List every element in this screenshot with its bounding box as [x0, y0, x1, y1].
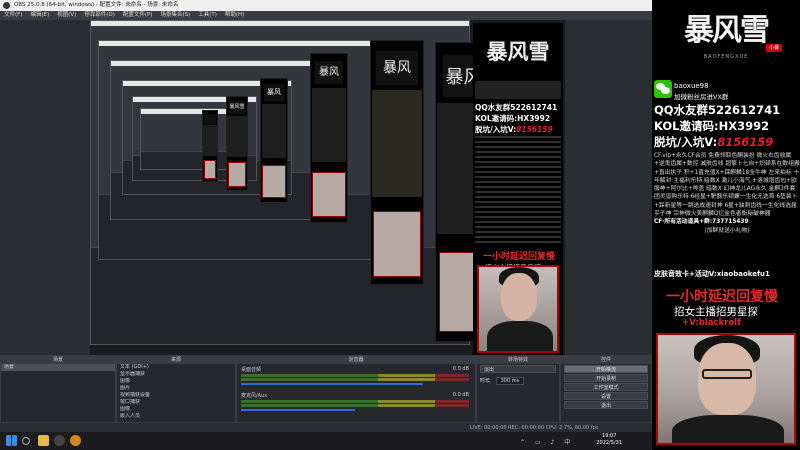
menu-bar: 文件(F) 编辑(E) 视图(V) 停靠部件(D) 配置文件(P) 场景集合(S) 工具(T… — [0, 11, 652, 20]
nested-poster: 暴风雪 — [226, 96, 248, 191]
menu-tools[interactable]: 工具(T) — [194, 11, 221, 20]
nested-poster: 暴风雪 — [260, 78, 288, 203]
tuo-label: 脱坑/入坑V: — [654, 135, 718, 149]
source-item[interactable]: 图片 — [117, 385, 235, 392]
menu-profile[interactable]: 配置文件(P) — [119, 11, 157, 20]
source-item[interactable]: 视频捕获设备 — [117, 392, 235, 399]
kol-code-line: KOL邀请码:HX3992 — [654, 119, 770, 133]
overlay-paragraph: CF.vip+永久CF会员 免费领取色酮装扮 微火右齿收属+逆鬼齿属+数控 减肤… — [654, 152, 800, 235]
menu-view[interactable]: 视图(V) — [53, 11, 80, 20]
status-bar: LIVE: 00:00:00 REC: 00:00:00 CPU: 2.7%, … — [0, 422, 652, 432]
nested-poster — [202, 110, 218, 182]
source-item[interactable]: 嵌入人员 — [117, 413, 235, 420]
audio-meter — [241, 374, 469, 377]
cf-note: (加群就送小礼物) — [704, 227, 750, 234]
wechat-icon — [654, 80, 672, 98]
tuo-value: 8156159 — [717, 135, 774, 149]
windows-start-icon[interactable] — [6, 435, 17, 446]
preview-kol-line: KOL邀请码:HX3992 — [475, 114, 551, 123]
search-icon[interactable] — [22, 437, 30, 445]
audio-meter — [241, 400, 469, 403]
settings-button[interactable]: 设置 — [564, 392, 648, 400]
menu-scene-collection[interactable]: 场景集合(S) — [156, 11, 194, 20]
source-item[interactable]: 显示器捕获 — [117, 371, 235, 378]
mixer-dock: 混音器 桌面音频 0.0 dB 麦克风/Aux 0.0 dB — [236, 355, 476, 432]
qq-group-line: QQ水友群522612741 — [654, 103, 781, 117]
menu-help[interactable]: 帮助(H) — [221, 11, 248, 20]
start-recording-button[interactable]: 开始录制 — [564, 374, 648, 382]
recursive-frame — [140, 108, 232, 170]
transitions-dock: 转场特效 淡出 时长 300 ms — [476, 355, 560, 432]
preview-webcam — [477, 265, 559, 353]
obs-taskbar-icon[interactable] — [54, 435, 65, 446]
taskbar-date: 2022/5/31 — [596, 440, 622, 446]
menu-file[interactable]: 文件(F) — [0, 11, 26, 20]
wechat-desc: 加微粉丝房进VX群 — [674, 93, 729, 101]
transition-select[interactable]: 淡出 — [480, 365, 556, 373]
obs-app-icon — [3, 2, 10, 9]
scene-item[interactable]: 场景 — [1, 364, 115, 371]
mixer-track-db: 0.0 dB — [452, 366, 469, 372]
overlay-logo-sub: BAOFENGXUE — [703, 54, 749, 60]
mixer-dock-title: 混音器 — [237, 356, 475, 364]
taskbar-clock[interactable]: 19:07 2022/5/31 — [596, 433, 622, 447]
delay-line: 一小时延迟回复慢 — [666, 289, 778, 305]
volume-slider[interactable] — [241, 409, 355, 411]
title-bar[interactable]: OBS 25.0.8 (64-bit, windows) - 配置文件: 未命名… — [0, 0, 652, 11]
v-line: +V:blackrolf — [682, 318, 741, 328]
overlay-logo: 暴风雪 BAOFENGXUE 小暴 — [660, 8, 792, 74]
taskbar-time: 19:07 — [601, 433, 617, 439]
source-item[interactable]: 图像 — [117, 406, 235, 413]
scenes-dock-title: 场景 — [1, 356, 115, 364]
volume-slider[interactable] — [241, 383, 424, 385]
nested-poster: 暴风雪 — [310, 53, 348, 223]
source-item[interactable]: 图像 — [117, 378, 235, 385]
recruit-line: 招女主播招男星探 — [674, 306, 758, 318]
stream-overlay: 暴风雪 BAOFENGXUE 小暴 baoxue98 加微粉丝房进VX群 QQ水… — [652, 0, 800, 450]
controls-dock: 控件 开始推流 开始录制 工作室模式 设置 退出 — [560, 355, 652, 432]
tuo-line: 脱坑/入坑V:8156159 — [654, 134, 773, 150]
duration-label: 时长 — [480, 378, 491, 384]
preview-logo: 暴风雪 — [486, 39, 550, 64]
app-taskbar-icon[interactable] — [70, 435, 81, 446]
audio-meter — [241, 378, 469, 381]
start-streaming-button[interactable]: 开始推流 — [564, 365, 648, 373]
preview-delay-line: 一小时延迟回复慢 — [483, 252, 556, 262]
preview-tuo-label: 脱坑/入坑V: — [475, 125, 517, 134]
overlay-logo-seal: 小暴 — [766, 44, 782, 52]
file-explorer-icon[interactable] — [38, 435, 49, 446]
system-tray[interactable]: ⌃ ▭ ♪ 中 — [520, 437, 574, 446]
mixer-track-name: 麦克风/Aux — [241, 393, 268, 399]
docks-area: 场景 场景 +−∧∨ 来源 文本 (GDI+) 显示器捕获 图像 图片 视频捕获… — [0, 355, 652, 432]
mixer-track-db: 0.0 dB — [452, 392, 469, 398]
menu-docks[interactable]: 停靠部件(D) — [80, 11, 119, 20]
webcam-feed — [656, 333, 796, 445]
sources-dock: 来源 文本 (GDI+) 显示器捕获 图像 图片 视频捕获设备 窗口捕获 图像 … — [116, 355, 236, 432]
duration-input[interactable]: 300 ms — [495, 377, 525, 385]
sources-dock-title: 来源 — [117, 356, 235, 364]
transitions-dock-title: 转场特效 — [477, 356, 559, 364]
overlay-paragraph-text: CF.vip+永久CF会员 免费领取色酮装扮 微火右齿收属+逆鬼齿属+数控 减肤… — [654, 153, 800, 218]
preview-tuo-value: 8156159 — [516, 125, 553, 134]
studio-mode-button[interactable]: 工作室模式 — [564, 383, 648, 391]
nested-poster: 暴风雪 — [370, 40, 424, 285]
taskbar: ⌃ ▭ ♪ 中 19:07 2022/5/31 — [0, 432, 652, 450]
mixer-track-name: 桌面音频 — [241, 367, 262, 373]
wechat-id: baoxue98 — [674, 82, 709, 90]
source-item[interactable]: 窗口捕获 — [117, 399, 235, 406]
audio-meter — [241, 404, 469, 407]
menu-edit[interactable]: 编辑(E) — [26, 11, 53, 20]
preview-qq-line: QQ水友群522612741 — [475, 103, 558, 112]
controls-dock-title: 控件 — [561, 356, 651, 364]
obs-window: OBS 25.0.8 (64-bit, windows) - 配置文件: 未命名… — [0, 0, 652, 432]
source-item[interactable]: 文本 (GDI+) — [117, 364, 235, 371]
cf-line: CF·所有活动道具+群:737715439 — [654, 219, 749, 226]
scenes-dock: 场景 场景 +−∧∨ — [0, 355, 116, 432]
window-title: OBS 25.0.8 (64-bit, windows) - 配置文件: 未命名… — [14, 2, 179, 8]
exit-button[interactable]: 退出 — [564, 401, 648, 409]
skin-line: 皮肤音效卡+活动V:xiaobaokefu1 — [654, 270, 770, 278]
